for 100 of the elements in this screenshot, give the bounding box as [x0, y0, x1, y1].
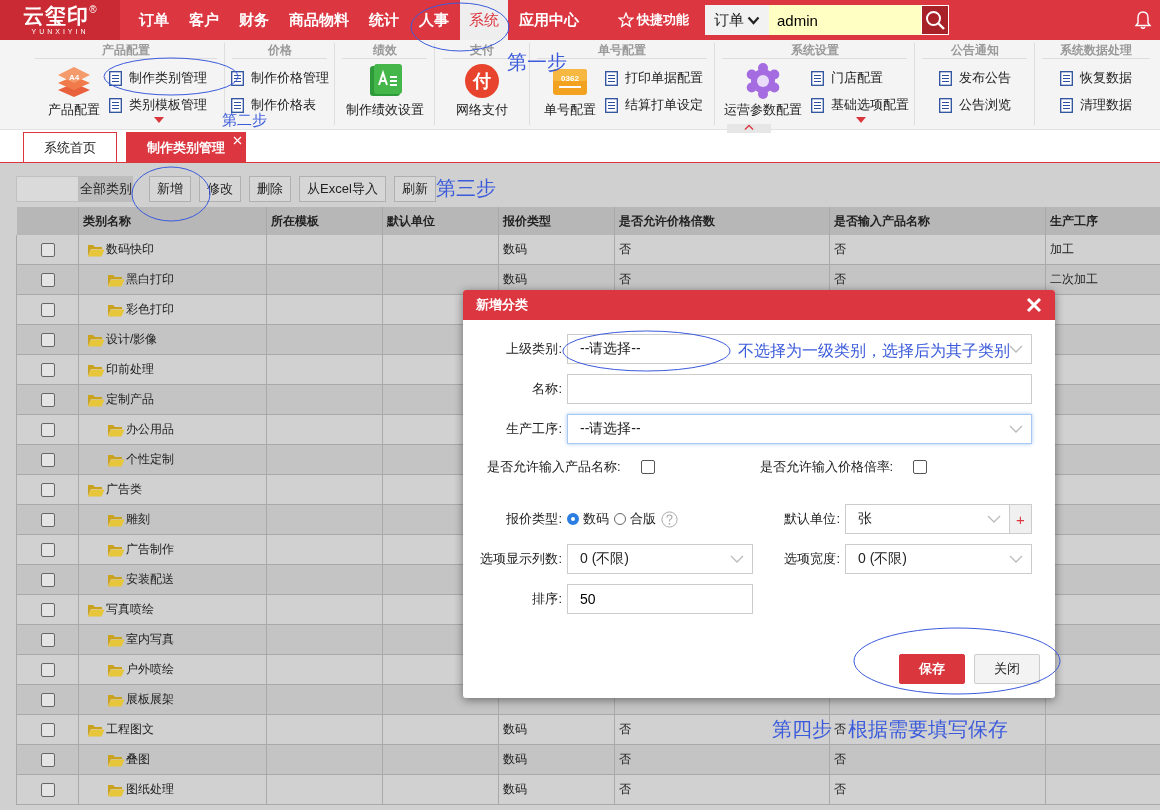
nav-item[interactable]: 系统 [460, 0, 508, 40]
checkbox[interactable] [40, 722, 55, 737]
column-header: 默认单位 [382, 207, 499, 235]
ribbon-link[interactable]: 制作价格表 [230, 96, 329, 114]
radio-button[interactable] [567, 513, 579, 525]
chevron-icon [1009, 345, 1023, 353]
checkbox[interactable] [40, 692, 55, 707]
folder-icon [107, 692, 125, 707]
toolbar-button[interactable]: 刷新 [393, 176, 436, 202]
toolbar-button[interactable]: 修改 [199, 176, 241, 202]
ribbon-link[interactable]: 结算打单设定 [605, 96, 703, 114]
close-icon[interactable] [233, 136, 242, 145]
filter-field[interactable] [16, 176, 78, 202]
close-button[interactable]: 关闭 [974, 654, 1040, 684]
ribbon-link[interactable]: 发布公告 [938, 69, 1011, 87]
folder-icon [87, 242, 105, 257]
document-icon [938, 97, 952, 113]
field-label: 选项宽度: [783, 550, 841, 568]
checkbox[interactable] [640, 460, 655, 474]
checkbox[interactable] [40, 392, 55, 407]
checkbox[interactable] [40, 482, 55, 497]
nav-item[interactable]: 商品物料 [280, 0, 358, 40]
select-field[interactable]: 张 [845, 504, 1010, 534]
ribbon-button[interactable]: 运营参数配置 [720, 62, 805, 117]
ribbon-button[interactable]: A4 产品配置 [45, 62, 103, 117]
folder-icon [107, 452, 125, 467]
select-field[interactable]: 0 (不限) [845, 544, 1032, 574]
select-field[interactable]: --请选择-- [567, 414, 1032, 444]
search-field[interactable]: admin [769, 5, 921, 35]
add-button[interactable]: + [1010, 504, 1032, 534]
checkbox[interactable] [40, 332, 55, 347]
checkbox[interactable] [40, 572, 55, 587]
column-header: 所在模板 [266, 207, 383, 235]
ribbon-link[interactable]: 清理数据 [1060, 96, 1132, 114]
search-icon [925, 10, 945, 30]
ribbon-button[interactable]: 制作绩效设置 [342, 62, 427, 117]
folder-icon [107, 302, 125, 317]
select-field[interactable]: 0 (不限) [567, 544, 753, 574]
document-icon [109, 70, 122, 86]
checkbox[interactable] [40, 452, 55, 467]
checkbox[interactable] [40, 752, 55, 767]
ribbon-link[interactable]: 基础选项配置 [810, 96, 909, 114]
document-icon [605, 70, 618, 86]
toolbar-button[interactable]: 删除 [249, 176, 291, 202]
table-cell: 数码 [498, 744, 615, 775]
field-label: 上级类别: [505, 340, 563, 358]
ribbon-link[interactable]: 恢复数据 [1060, 69, 1132, 87]
select-value: 0 (不限) [580, 550, 629, 568]
chevron-icon [1009, 555, 1023, 563]
bell-icon[interactable] [1134, 10, 1152, 30]
folder-icon [107, 572, 125, 587]
caret-icon[interactable] [154, 117, 164, 123]
checkbox[interactable] [40, 512, 55, 527]
nav-item[interactable]: 财务 [230, 0, 278, 40]
field-label: 名称: [531, 380, 563, 398]
collapse-button[interactable] [727, 124, 771, 133]
filter-button[interactable]: 全部类别 [78, 176, 133, 202]
nav-item[interactable]: 人事 [410, 0, 458, 40]
radio-button[interactable] [614, 513, 626, 525]
category-name: 办公用品 [126, 421, 174, 438]
checkbox[interactable] [40, 542, 55, 557]
quick-functions-button[interactable]: 快捷功能 [618, 8, 689, 32]
table-cell: 数码 [498, 714, 615, 745]
checkbox[interactable] [40, 602, 55, 617]
checkbox[interactable] [913, 460, 928, 474]
ribbon-link[interactable]: 打印单据配置 [605, 69, 703, 87]
document-icon [230, 70, 244, 86]
toolbar-button[interactable]: 从Excel导入 [299, 176, 386, 202]
ribbon-link[interactable]: 制作价格管理 [230, 69, 329, 87]
toolbar-button[interactable]: 新增 [149, 176, 191, 202]
ribbon-link[interactable]: 类别模板管理 [109, 96, 207, 114]
ribbon-link[interactable]: 门店配置 [810, 69, 909, 87]
nav-item[interactable]: 应用中心 [510, 0, 588, 40]
nav-item[interactable]: 订单 [130, 0, 178, 40]
search-button[interactable] [921, 5, 949, 35]
text-field[interactable] [567, 374, 1032, 404]
checkbox[interactable] [40, 662, 55, 677]
annotation-text: 不选择为一级类别，选择后为其子类别 [738, 341, 1010, 361]
field-label: 是否允许输入价格倍率: [759, 458, 894, 476]
checkbox[interactable] [40, 272, 55, 287]
checkbox[interactable] [40, 242, 55, 257]
document-icon [938, 70, 952, 86]
tab[interactable]: 制作类别管理 [126, 132, 246, 162]
checkbox[interactable] [40, 422, 55, 437]
category-name: 室内写真 [126, 631, 174, 648]
save-button[interactable]: 保存 [899, 654, 965, 684]
checkbox[interactable] [40, 362, 55, 377]
checkbox[interactable] [40, 302, 55, 317]
folder-icon [107, 632, 125, 647]
scope-select[interactable]: 订单 [705, 5, 769, 35]
ribbon-link[interactable]: 公告浏览 [938, 96, 1011, 114]
checkbox[interactable] [40, 782, 55, 797]
checkbox[interactable] [40, 632, 55, 647]
tab[interactable]: 系统首页 [23, 132, 117, 162]
table-cell: 二次加工 [1045, 264, 1160, 295]
close-icon[interactable] [1026, 297, 1042, 313]
caret-icon[interactable] [855, 117, 866, 123]
nav-item[interactable]: 客户 [180, 0, 228, 40]
text-field[interactable]: 50 [567, 584, 753, 614]
nav-item[interactable]: 统计 [360, 0, 408, 40]
